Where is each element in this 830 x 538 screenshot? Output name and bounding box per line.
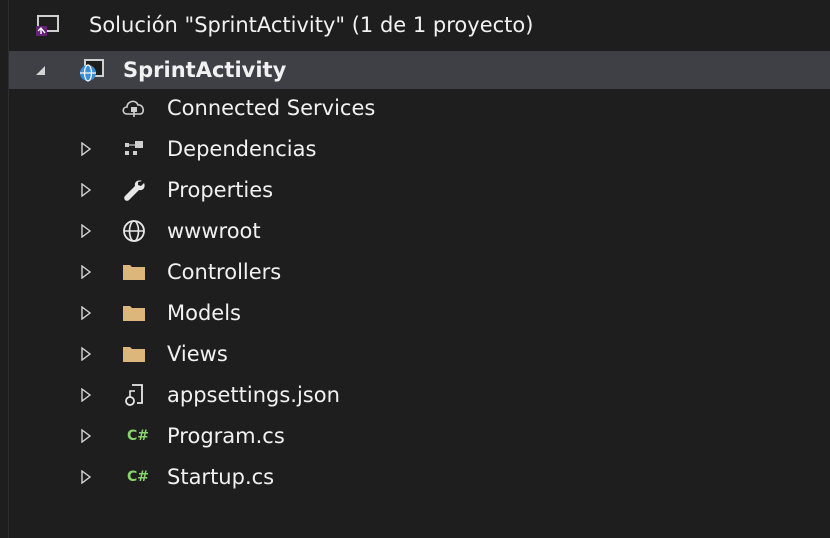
project-label: SprintActivity xyxy=(123,58,287,82)
collapsed-arrow-icon[interactable] xyxy=(77,386,95,404)
solution-label: Solución "SprintActivity" (1 de 1 proyec… xyxy=(89,13,534,37)
web-project-icon xyxy=(79,57,105,83)
tree-item-models[interactable]: Models xyxy=(9,294,830,332)
item-label: Properties xyxy=(167,178,274,202)
solution-node[interactable]: Solución "SprintActivity" (1 de 1 proyec… xyxy=(9,6,830,44)
tree-item-appsettings[interactable]: appsettings.json xyxy=(9,376,830,414)
tree-item-dependencias[interactable]: Dependencias xyxy=(9,130,830,168)
connected-services-icon xyxy=(121,95,147,121)
json-file-icon xyxy=(121,382,147,408)
csharp-file-icon: C# xyxy=(126,469,149,485)
item-label: Controllers xyxy=(167,260,282,284)
item-label: Connected Services xyxy=(167,96,376,120)
tree-item-program-cs[interactable]: C# Program.cs xyxy=(9,417,830,455)
collapsed-arrow-icon[interactable] xyxy=(77,427,95,445)
item-label: appsettings.json xyxy=(167,383,340,407)
dependencies-icon xyxy=(121,136,147,162)
collapsed-arrow-icon[interactable] xyxy=(77,468,95,486)
tree-item-startup-cs[interactable]: C# Startup.cs xyxy=(9,458,830,496)
item-label: Program.cs xyxy=(167,424,285,448)
collapsed-arrow-icon[interactable] xyxy=(77,345,95,363)
solution-explorer-tree: Solución "SprintActivity" (1 de 1 proyec… xyxy=(8,0,830,538)
expanded-arrow-icon[interactable] xyxy=(31,61,49,79)
tree-item-controllers[interactable]: Controllers xyxy=(9,253,830,291)
solution-icon xyxy=(35,12,61,38)
collapsed-arrow-icon[interactable] xyxy=(77,263,95,281)
tree-item-connected-services[interactable]: Connected Services xyxy=(9,89,830,127)
globe-icon xyxy=(121,218,147,244)
tree-item-views[interactable]: Views xyxy=(9,335,830,373)
folder-icon xyxy=(121,259,147,285)
wrench-icon xyxy=(121,177,147,203)
folder-icon xyxy=(121,300,147,326)
collapsed-arrow-icon[interactable] xyxy=(77,304,95,322)
tree-item-wwwroot[interactable]: wwwroot xyxy=(9,212,830,250)
folder-icon xyxy=(121,341,147,367)
project-node[interactable]: SprintActivity xyxy=(9,51,830,89)
tree-item-properties[interactable]: Properties xyxy=(9,171,830,209)
item-label: Views xyxy=(167,342,228,366)
item-label: Models xyxy=(167,301,241,325)
collapsed-arrow-icon[interactable] xyxy=(77,140,95,158)
item-label: Dependencias xyxy=(167,137,317,161)
collapsed-arrow-icon[interactable] xyxy=(77,181,95,199)
collapsed-arrow-icon[interactable] xyxy=(77,222,95,240)
csharp-file-icon: C# xyxy=(126,428,149,444)
item-label: Startup.cs xyxy=(167,465,275,489)
item-label: wwwroot xyxy=(167,219,261,243)
